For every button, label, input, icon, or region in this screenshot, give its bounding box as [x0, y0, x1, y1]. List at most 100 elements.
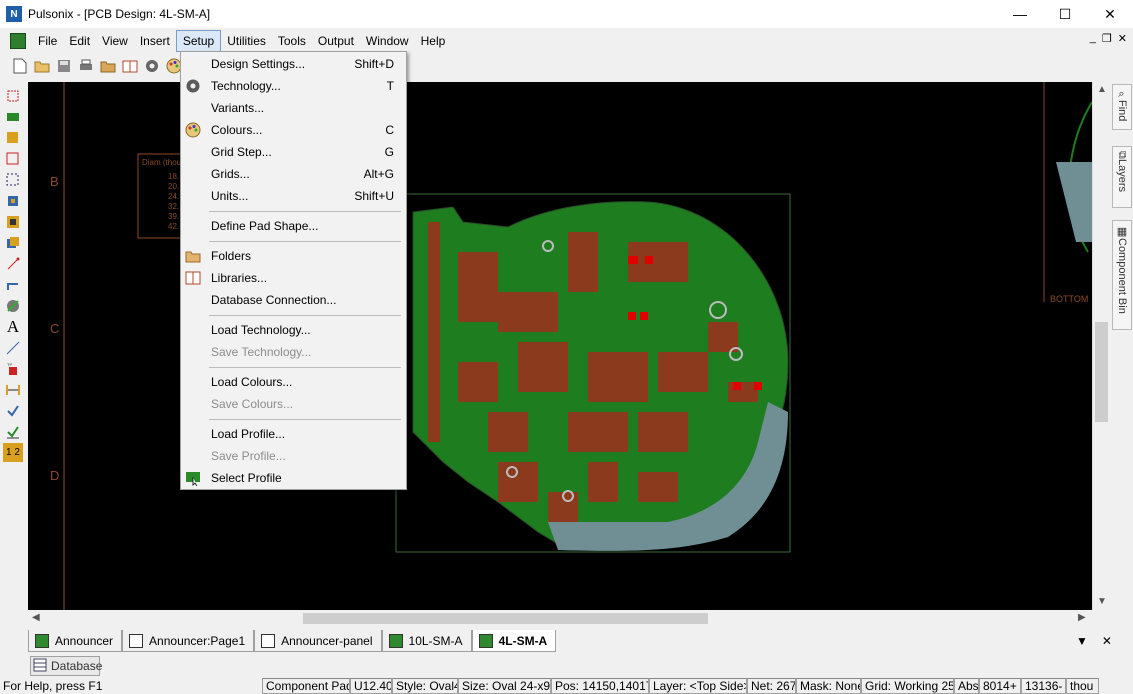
- menu-tools[interactable]: Tools: [272, 31, 312, 51]
- database-icon: [33, 658, 47, 675]
- add-shape-icon[interactable]: [3, 128, 23, 147]
- menu-file[interactable]: File: [32, 31, 63, 51]
- vertical-scrollbar[interactable]: ▲ ▼: [1092, 82, 1109, 610]
- maximize-button[interactable]: ☐: [1042, 0, 1088, 28]
- add-component-icon[interactable]: [3, 107, 23, 126]
- status-size: Size: Oval 24-x91-: [458, 678, 551, 694]
- add-rectangle-icon[interactable]: [3, 149, 23, 168]
- add-pad-icon[interactable]: [3, 191, 23, 210]
- menu-item-grid-step[interactable]: Grid Step... G: [181, 141, 406, 163]
- menu-item-technology[interactable]: Technology... T: [181, 75, 406, 97]
- close-document-icon[interactable]: ✕: [1102, 634, 1112, 648]
- database-tab[interactable]: Database: [30, 656, 102, 676]
- add-connection-icon[interactable]: [3, 254, 23, 273]
- menu-item-load-profile[interactable]: Load Profile...: [181, 423, 406, 445]
- menu-insert[interactable]: Insert: [134, 31, 176, 51]
- menu-setup[interactable]: Setup: [175, 30, 222, 52]
- menu-item-colours[interactable]: Colours... C: [181, 119, 406, 141]
- doc-tab-announcer-page1[interactable]: Announcer:Page1: [122, 630, 255, 652]
- pcb-icon: [388, 633, 403, 648]
- mdi-minimize-button[interactable]: _: [1090, 32, 1096, 45]
- add-testpoint-icon[interactable]: TP: [3, 359, 23, 378]
- status-position: Pos: 14150,14017-: [551, 678, 649, 694]
- mdi-restore-button[interactable]: ❐: [1102, 32, 1112, 45]
- menu-item-database-connection[interactable]: Database Connection...: [181, 289, 406, 311]
- tab-list-dropdown-icon[interactable]: ▼: [1076, 634, 1088, 648]
- vertical-scroll-thumb[interactable]: [1095, 322, 1108, 422]
- menu-help[interactable]: Help: [415, 31, 452, 51]
- select-tool-icon[interactable]: [3, 86, 23, 105]
- doc-tab-10l-sm-a[interactable]: 10L-SM-A: [381, 630, 472, 652]
- document-menu-icon[interactable]: [10, 33, 26, 49]
- menu-item-define-pad-shape[interactable]: Define Pad Shape...: [181, 215, 406, 237]
- menu-item-select-profile[interactable]: Select Profile: [181, 467, 406, 489]
- menu-item-grids[interactable]: Grids... Alt+G: [181, 163, 406, 185]
- menu-item-units[interactable]: Units... Shift+U: [181, 185, 406, 207]
- menu-window[interactable]: Window: [360, 31, 415, 51]
- menu-item-load-technology[interactable]: Load Technology...: [181, 319, 406, 341]
- window-title: Pulsonix - [PCB Design: 4L-SM-A]: [28, 7, 211, 21]
- status-units[interactable]: thou: [1066, 678, 1099, 694]
- renumber-icon[interactable]: 1 2: [3, 443, 23, 462]
- menu-view[interactable]: View: [96, 31, 134, 51]
- minimize-button[interactable]: —: [997, 0, 1043, 28]
- menu-item-libraries[interactable]: Libraries...: [181, 267, 406, 289]
- verify-icon[interactable]: [3, 422, 23, 441]
- status-net: Net: 267: [747, 678, 796, 694]
- component-bin-icon: ▦: [1115, 225, 1128, 238]
- side-tab-layers[interactable]: ⧉ Layers: [1112, 146, 1132, 208]
- menu-item-variants[interactable]: Variants...: [181, 97, 406, 119]
- new-file-icon[interactable]: [10, 56, 30, 76]
- add-text-icon[interactable]: A: [3, 317, 23, 336]
- scroll-right-icon[interactable]: ▶: [1078, 612, 1086, 623]
- title-bar: N Pulsonix - [PCB Design: 4L-SM-A] — ☐ ✕: [0, 0, 1133, 28]
- libraries-icon[interactable]: [120, 56, 140, 76]
- panel-icon: [261, 633, 276, 648]
- settings-gear-icon: [185, 78, 201, 94]
- save-icon[interactable]: [54, 56, 74, 76]
- menu-output[interactable]: Output: [312, 31, 360, 51]
- menu-separator: [209, 367, 401, 368]
- open-folder-icon[interactable]: [32, 56, 52, 76]
- print-icon[interactable]: [76, 56, 96, 76]
- side-tab-find[interactable]: ⌕ Find: [1112, 84, 1132, 130]
- doc-tab-4l-sm-a[interactable]: 4L-SM-A: [471, 630, 557, 652]
- bottom-layer-label: BOTTOM: [1050, 294, 1089, 304]
- menu-item-folders[interactable]: Folders: [181, 245, 406, 267]
- menu-item-design-settings[interactable]: Design Settings... Shift+D: [181, 53, 406, 75]
- pcb-icon: [35, 633, 49, 648]
- add-area-icon[interactable]: [3, 170, 23, 189]
- scroll-left-icon[interactable]: ◀: [32, 612, 40, 623]
- add-via-icon[interactable]: [3, 296, 23, 315]
- menu-separator: [209, 211, 401, 212]
- scroll-up-icon[interactable]: ▲: [1097, 84, 1107, 95]
- folders-icon[interactable]: [98, 56, 118, 76]
- side-tab-component-bin[interactable]: ▦ Component Bin: [1112, 220, 1132, 330]
- setup-menu-dropdown: Design Settings... Shift+D Technology... T…: [180, 51, 407, 490]
- add-template-icon[interactable]: [3, 212, 23, 231]
- add-track-icon[interactable]: [3, 275, 23, 294]
- add-line-icon[interactable]: [3, 338, 23, 357]
- close-button[interactable]: ✕: [1087, 0, 1133, 28]
- scroll-down-icon[interactable]: ▼: [1097, 596, 1107, 607]
- svg-text:TP: TP: [7, 362, 12, 367]
- menu-utilities[interactable]: Utilities: [221, 31, 272, 51]
- horizontal-scroll-thumb[interactable]: [303, 613, 708, 624]
- mdi-close-button[interactable]: ✕: [1118, 32, 1127, 45]
- status-grid[interactable]: Grid: Working 25: [861, 678, 954, 694]
- doc-tab-announcer-panel[interactable]: Announcer-panel: [254, 630, 382, 652]
- menu-edit[interactable]: Edit: [63, 31, 96, 51]
- main-toolbar: [0, 54, 200, 78]
- add-copper-icon[interactable]: [3, 233, 23, 252]
- horizontal-scrollbar[interactable]: ◀ ▶: [28, 610, 1092, 627]
- pulsonix-logo-icon: N: [6, 6, 22, 22]
- status-abs[interactable]: Abs: [954, 678, 979, 694]
- menu-item-save-technology: Save Technology...: [211, 345, 312, 359]
- settings-gear-icon[interactable]: [142, 56, 162, 76]
- menu-separator: [209, 315, 401, 316]
- menu-item-load-colours[interactable]: Load Colours...: [181, 371, 406, 393]
- doc-tab-announcer[interactable]: Announcer: [28, 630, 123, 652]
- design-check-icon[interactable]: [3, 401, 23, 420]
- drill-table-header: Diam (thou: [142, 158, 182, 167]
- add-dimension-icon[interactable]: [3, 380, 23, 399]
